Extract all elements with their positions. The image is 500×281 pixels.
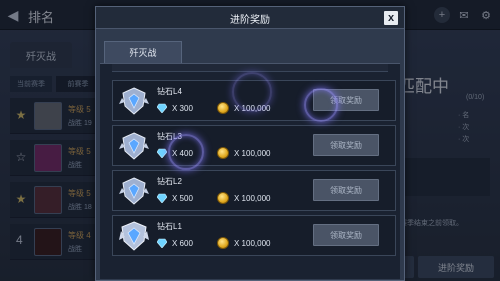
close-button[interactable]: x <box>384 11 398 25</box>
reward-dialog: 进阶奖励 x 歼灭战 钻石L4 X 300 X 100,000 领取奖励 钻石L… <box>95 6 405 281</box>
reward-row: 钻石L3 X 400 X 100,000 领取奖励 <box>112 125 396 166</box>
gold-coin-icon <box>217 237 229 249</box>
touch-ripple <box>168 134 204 170</box>
gold-count: X 100,000 <box>234 149 271 158</box>
diamond-rank-emblem-icon <box>119 221 149 251</box>
diamond-icon <box>157 238 167 248</box>
list-top-edge <box>112 64 388 72</box>
gold-count: X 100,000 <box>234 239 271 248</box>
claim-reward-button[interactable]: 领取奖励 <box>313 179 379 201</box>
tier-label: 钻石L2 <box>157 177 182 186</box>
touch-ripple <box>304 88 338 122</box>
gold-coin-icon <box>217 102 229 114</box>
diamond-icon <box>157 103 167 113</box>
gold-coin-icon <box>217 147 229 159</box>
gold-count: X 100,000 <box>234 194 271 203</box>
touch-ripple <box>232 72 272 112</box>
gold-coin-icon <box>217 192 229 204</box>
diamond-rank-emblem-icon <box>119 87 149 115</box>
dialog-title: 进阶奖励 <box>230 15 270 26</box>
claim-reward-button[interactable]: 领取奖励 <box>313 134 379 156</box>
ranking-screen: ◀ 排名 + ✉ ⚙ 歼灭战 当前赛季 前赛季 ★ 等级 5 战胜 19 ☆ 等… <box>0 0 500 281</box>
reward-row: 钻石L2 X 500 X 100,000 领取奖励 <box>112 170 396 211</box>
diamond-count: X 500 <box>172 194 193 203</box>
tier-label: 钻石L1 <box>157 222 182 231</box>
diamond-icon <box>157 193 167 203</box>
tier-label: 钻石L4 <box>157 87 182 96</box>
diamond-rank-emblem-icon <box>119 177 149 205</box>
diamond-icon <box>157 148 167 158</box>
tab-annihilation[interactable]: 歼灭战 <box>104 41 182 63</box>
reward-row: 钻石L1 X 600 X 100,000 领取奖励 <box>112 215 396 256</box>
diamond-count: X 300 <box>172 104 193 113</box>
diamond-count: X 600 <box>172 239 193 248</box>
dialog-header: 进阶奖励 x <box>96 7 404 29</box>
claim-reward-button[interactable]: 领取奖励 <box>313 224 379 246</box>
diamond-rank-emblem-icon <box>119 132 149 160</box>
